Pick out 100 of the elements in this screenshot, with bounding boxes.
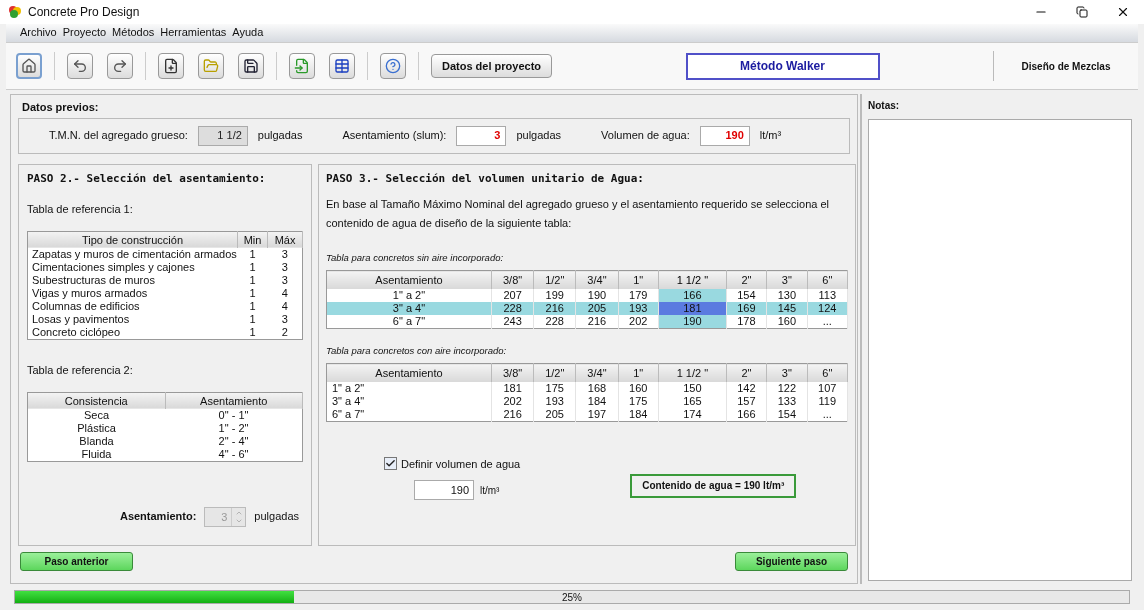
- table-cell: 1: [237, 248, 268, 261]
- table-cell: 107: [807, 381, 848, 395]
- column-header: Asentamiento: [165, 392, 303, 409]
- checkbox-label: Definir volumen de agua: [401, 456, 521, 472]
- project-data-button[interactable]: Datos del proyecto: [431, 54, 553, 78]
- previous-step-button[interactable]: Paso anterior: [20, 551, 133, 571]
- table-cell: Fluida: [27, 448, 165, 462]
- menu-item[interactable]: Herramientas: [160, 23, 227, 42]
- table-cell: 169: [726, 301, 767, 315]
- table-cell: 6" a 7": [326, 407, 492, 421]
- table-cell: 1: [237, 261, 268, 274]
- table-cell: 174: [658, 407, 727, 421]
- table-cell: 216: [575, 314, 619, 329]
- column-header: 3": [766, 270, 808, 289]
- table-cell: 216: [491, 407, 534, 421]
- table-cell: 113: [807, 288, 848, 302]
- table-cell: 2: [267, 326, 303, 340]
- table-cell: 181: [491, 381, 534, 395]
- table-cell: 1: [237, 326, 268, 340]
- table-cell: 3: [267, 248, 303, 261]
- field-label: Volumen de agua:: [601, 128, 690, 144]
- table-row[interactable]: 6" a 7" 243 228 216 202 190 178 160 ...: [326, 314, 848, 329]
- menu-item[interactable]: Archivo: [20, 23, 57, 42]
- table-cell: 3: [267, 313, 303, 326]
- section-title: Diseño de Mezclas: [1020, 59, 1112, 74]
- column-header: 1/2": [533, 363, 576, 382]
- table-cell: 130: [766, 288, 808, 302]
- column-header: Consistencia: [27, 392, 165, 409]
- table-cell: 205: [533, 407, 576, 421]
- table-cell: 2" - 4": [165, 435, 303, 448]
- input-field[interactable]: 190: [414, 480, 474, 500]
- table-cell: 122: [766, 381, 808, 395]
- column-header: 3/8": [491, 363, 534, 382]
- table-row[interactable]: 3" a 4" 202 193 184 175 165 157 133 119: [326, 394, 848, 408]
- table-cell: 4: [267, 287, 303, 300]
- table-cell: 150: [658, 381, 727, 395]
- table-cell: 178: [726, 314, 767, 329]
- table-cell: Cimentaciones simples y cajones: [27, 261, 238, 274]
- table-row[interactable]: 3" a 4" 228 216 205 193 181 169 145 124: [326, 301, 848, 315]
- unit-label: pulgadas: [254, 509, 299, 525]
- table-cell: 3: [267, 274, 303, 287]
- table-cell: 184: [575, 394, 619, 408]
- column-header: 1": [618, 270, 659, 289]
- step-title: PASO 3.- Selección del volumen unitario de Agua:: [326, 170, 645, 187]
- table-cell: Plástica: [27, 422, 165, 435]
- table-cell: 142: [726, 381, 767, 395]
- column-header: 3": [766, 363, 808, 382]
- table-cell: Seca: [27, 409, 165, 422]
- table-cell: 1: [237, 287, 268, 300]
- method-title: Método Walker: [685, 52, 880, 80]
- table-cell: 202: [618, 314, 659, 329]
- column-header: 3/4": [575, 270, 619, 289]
- table-cell: 1: [237, 300, 268, 313]
- table-row[interactable]: 1" a 2" 207 199 190 179 166 154 130 113: [326, 288, 848, 302]
- table-cell: 175: [618, 394, 659, 408]
- unit-label: lt/m³: [759, 128, 782, 144]
- input-field[interactable]: 190: [699, 125, 750, 146]
- step-title: PASO 2.- Selección del asentamiento:: [27, 170, 267, 187]
- column-header: 6": [807, 363, 848, 382]
- table-cell: 154: [766, 407, 808, 421]
- table-cell: ...: [807, 314, 848, 329]
- column-header: 1/2": [533, 270, 576, 289]
- input-field[interactable]: 1 1/2: [197, 125, 248, 146]
- table-cell: 207: [491, 288, 534, 302]
- table-cell: 124: [807, 301, 848, 315]
- menu-item[interactable]: Proyecto: [62, 23, 107, 42]
- table-cell: 4" - 6": [165, 448, 303, 462]
- table-caption: Tabla para concretos sin aire incorporado:: [326, 251, 505, 265]
- input-field[interactable]: 3: [456, 125, 507, 146]
- table-cell: 202: [491, 394, 534, 408]
- column-header: 1": [618, 363, 659, 382]
- column-header: 6": [807, 270, 848, 289]
- menu-item[interactable]: Métodos: [112, 23, 155, 42]
- table-cell: 216: [533, 301, 576, 315]
- table-caption: Tabla para concretos con aire incorporado:: [326, 343, 508, 358]
- table-cell: 193: [618, 301, 659, 315]
- column-header: 2": [726, 270, 767, 289]
- notes-label: Notas:: [868, 99, 901, 113]
- table-cell: 160: [618, 381, 659, 395]
- table-cell: Zapatas y muros de cimentación armados: [27, 248, 238, 261]
- table-cell: 179: [618, 288, 659, 302]
- window-title: Concrete Pro Design: [28, 4, 140, 21]
- menu-item[interactable]: Ayuda: [232, 23, 264, 42]
- table-cell: 166: [726, 407, 767, 421]
- table-row[interactable]: 1" a 2" 181 175 168 160 150 142 122 107: [326, 381, 848, 395]
- column-header: 3/8": [491, 270, 534, 289]
- table-row[interactable]: 6" a 7" 216 205 197 184 174 166 154 ...: [326, 407, 848, 421]
- table-cell: 228: [533, 314, 576, 329]
- next-step-button[interactable]: Siguiente paso: [735, 551, 848, 571]
- table-cell: Vigas y muros armados: [27, 287, 238, 300]
- table-cell: 1: [237, 274, 268, 287]
- table-cell: 3: [267, 261, 303, 274]
- table-cell: 1: [237, 313, 268, 326]
- column-header: 3/4": [575, 363, 619, 382]
- column-header: Min: [237, 231, 268, 248]
- result-label: Contenido de agua = 190 lt/m³: [630, 473, 797, 498]
- table-cell: Columnas de edificios: [27, 300, 238, 313]
- table-cell: 228: [491, 301, 534, 315]
- unit-label: pulgadas: [257, 128, 303, 144]
- progress-text: 25%: [562, 590, 582, 605]
